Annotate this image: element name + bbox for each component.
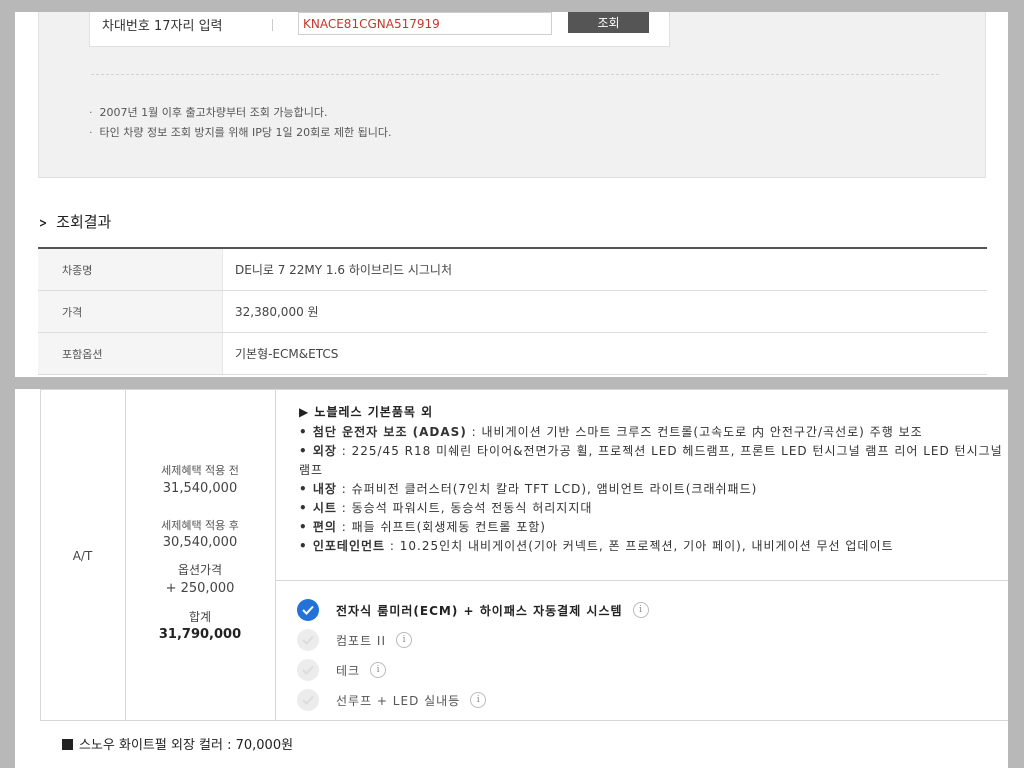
spec-key: • 첨단 운전자 보조 (ADAS) bbox=[299, 425, 467, 439]
notice-item: 타인 차량 정보 조회 방지를 위해 IP당 1일 20회로 제한 됩니다. bbox=[89, 123, 392, 143]
result-value: DE니로 7 22MY 1.6 하이브리드 시그니처 bbox=[235, 263, 453, 277]
chevron-right-icon: > bbox=[39, 216, 48, 230]
option-list: 전자식 룸미러(ECM) + 하이패스 자동결제 시스템 i 컴포트 II i … bbox=[297, 595, 649, 715]
spec-item: • 편의 : 패들 쉬프트(회생제동 컨트롤 포함) bbox=[299, 518, 1008, 537]
vin-lookup-panel: 차대번호 17자리 입력 조회 2007년 1월 이후 출고차량부터 조회 가능… bbox=[15, 12, 1008, 377]
spec-text: : 10.25인치 내비게이션(기아 커넥트, 폰 프로젝션, 기아 페이), … bbox=[385, 539, 894, 553]
square-icon bbox=[62, 739, 73, 750]
spec-title: ▶ 노블레스 기본품목 외 bbox=[299, 405, 434, 419]
spec-item: • 외장 : 225/45 R18 미쉐린 타이어&전면가공 휠, 프로젝션 L… bbox=[299, 442, 1008, 480]
check-icon bbox=[302, 695, 314, 705]
info-icon[interactable]: i bbox=[470, 692, 487, 708]
option-ecm-hipass[interactable]: 전자식 룸미러(ECM) + 하이패스 자동결제 시스템 i bbox=[297, 595, 649, 625]
option-label: 전자식 룸미러(ECM) + 하이패스 자동결제 시스템 bbox=[336, 603, 623, 618]
result-table: 차종명 DE니로 7 22MY 1.6 하이브리드 시그니처 가격 32,380… bbox=[38, 247, 987, 375]
result-value: 32,380,000 원 bbox=[235, 305, 319, 319]
spec-key: • 시트 bbox=[299, 501, 337, 515]
divider bbox=[91, 74, 939, 75]
option-label: 컴포트 II bbox=[336, 633, 387, 648]
vin-input[interactable] bbox=[298, 12, 552, 35]
checkbox-unchecked[interactable] bbox=[297, 689, 319, 711]
result-row-model: 차종명 DE니로 7 22MY 1.6 하이브리드 시그니처 bbox=[38, 249, 987, 291]
spec-key: • 편의 bbox=[299, 520, 337, 534]
result-heading: > 조회결과 bbox=[38, 211, 111, 232]
option-comfort[interactable]: 컴포트 II i bbox=[297, 625, 649, 655]
total-label: 합계 bbox=[188, 610, 212, 624]
spec-text: : 내비게이션 기반 스마트 크루즈 컨트롤(고속도로 内 안전구간/곡선로) … bbox=[466, 425, 923, 439]
table-border bbox=[125, 389, 126, 721]
spec-text: : 225/45 R18 미쉐린 타이어&전면가공 휠, 프로젝션 LED 헤드… bbox=[299, 444, 1003, 477]
spec-key: • 내장 bbox=[299, 482, 337, 496]
vin-label-divider bbox=[272, 19, 273, 31]
spec-text: : 슈퍼비전 클러스터(7인치 칼라 TFT LCD), 앰비언트 라이트(크래… bbox=[336, 482, 758, 496]
spec-list: • 첨단 운전자 보조 (ADAS) : 내비게이션 기반 스마트 크루즈 컨트… bbox=[299, 423, 1008, 556]
spec-text: : 패들 쉬프트(회생제동 컨트롤 포함) bbox=[336, 520, 546, 534]
after-tax-value: 30,540,000 bbox=[162, 535, 238, 550]
checkbox-checked[interactable] bbox=[297, 599, 319, 621]
option-price-value: + 250,000 bbox=[165, 581, 235, 596]
before-tax-value: 31,540,000 bbox=[162, 481, 238, 496]
option-sunroof[interactable]: 선루프 + LED 실내등 i bbox=[297, 685, 649, 715]
notice-list: 2007년 1월 이후 출고차량부터 조회 가능합니다. 타인 차량 정보 조회… bbox=[89, 103, 392, 143]
check-icon bbox=[302, 635, 314, 645]
checkbox-unchecked[interactable] bbox=[297, 659, 319, 681]
vin-label: 차대번호 17자리 입력 bbox=[102, 19, 223, 34]
spec-item: • 인포테인먼트 : 10.25인치 내비게이션(기아 커넥트, 폰 프로젝션,… bbox=[299, 537, 1008, 556]
spec-box: ▶ 노블레스 기본품목 외 • 첨단 운전자 보조 (ADAS) : 내비게이션… bbox=[275, 389, 1008, 581]
spec-text: : 동승석 파워시트, 동승석 전동식 허리지지대 bbox=[336, 501, 593, 515]
lookup-button[interactable]: 조회 bbox=[568, 12, 649, 33]
spec-key: • 인포테인먼트 bbox=[299, 539, 386, 553]
notice-item: 2007년 1월 이후 출고차량부터 조회 가능합니다. bbox=[89, 103, 391, 123]
result-title: 조회결과 bbox=[56, 213, 112, 231]
option-price-label: 옵션가격 bbox=[177, 563, 223, 577]
checkbox-unchecked[interactable] bbox=[297, 629, 319, 651]
after-tax-label: 세제혜택 적용 후 bbox=[161, 519, 239, 532]
option-tech[interactable]: 테크 i bbox=[297, 655, 649, 685]
result-value: 기본형-ECM&ETCS bbox=[235, 347, 339, 361]
vin-input-row: 차대번호 17자리 입력 조회 bbox=[89, 12, 670, 47]
spec-item: • 첨단 운전자 보조 (ADAS) : 내비게이션 기반 스마트 크루즈 컨트… bbox=[299, 423, 1008, 442]
option-label: 선루프 + LED 실내등 bbox=[336, 693, 461, 708]
total-value: 31,790,000 bbox=[158, 627, 242, 642]
before-tax-label: 세제혜택 적용 전 bbox=[161, 464, 239, 477]
result-label: 포함옵션 bbox=[38, 333, 223, 374]
result-row-options: 포함옵션 기본형-ECM&ETCS bbox=[38, 333, 987, 375]
spec-item: • 내장 : 슈퍼비전 클러스터(7인치 칼라 TFT LCD), 앰비언트 라… bbox=[299, 480, 1008, 499]
trim-name: A/T bbox=[72, 549, 93, 563]
result-label: 차종명 bbox=[38, 249, 223, 290]
vin-search-box: 차대번호 17자리 입력 조회 2007년 1월 이후 출고차량부터 조회 가능… bbox=[38, 12, 986, 178]
result-label: 가격 bbox=[38, 291, 223, 332]
info-icon[interactable]: i bbox=[632, 602, 649, 618]
result-row-price: 가격 32,380,000 원 bbox=[38, 291, 987, 333]
info-icon[interactable]: i bbox=[370, 662, 387, 678]
option-label: 테크 bbox=[336, 663, 361, 678]
check-icon bbox=[302, 605, 314, 615]
trim-detail-panel: A/T 세제혜택 적용 전 31,540,000 세제혜택 적용 후 30,54… bbox=[15, 389, 1008, 768]
info-icon[interactable]: i bbox=[396, 632, 413, 648]
color-option-label: 스노우 화이트펄 외장 컬러 : 70,000원 bbox=[79, 738, 294, 753]
spec-item: • 시트 : 동승석 파워시트, 동승석 전동식 허리지지대 bbox=[299, 499, 1008, 518]
color-option: 스노우 화이트펄 외장 컬러 : 70,000원 bbox=[62, 734, 293, 753]
check-icon bbox=[302, 665, 314, 675]
spec-key: • 외장 bbox=[299, 444, 337, 458]
